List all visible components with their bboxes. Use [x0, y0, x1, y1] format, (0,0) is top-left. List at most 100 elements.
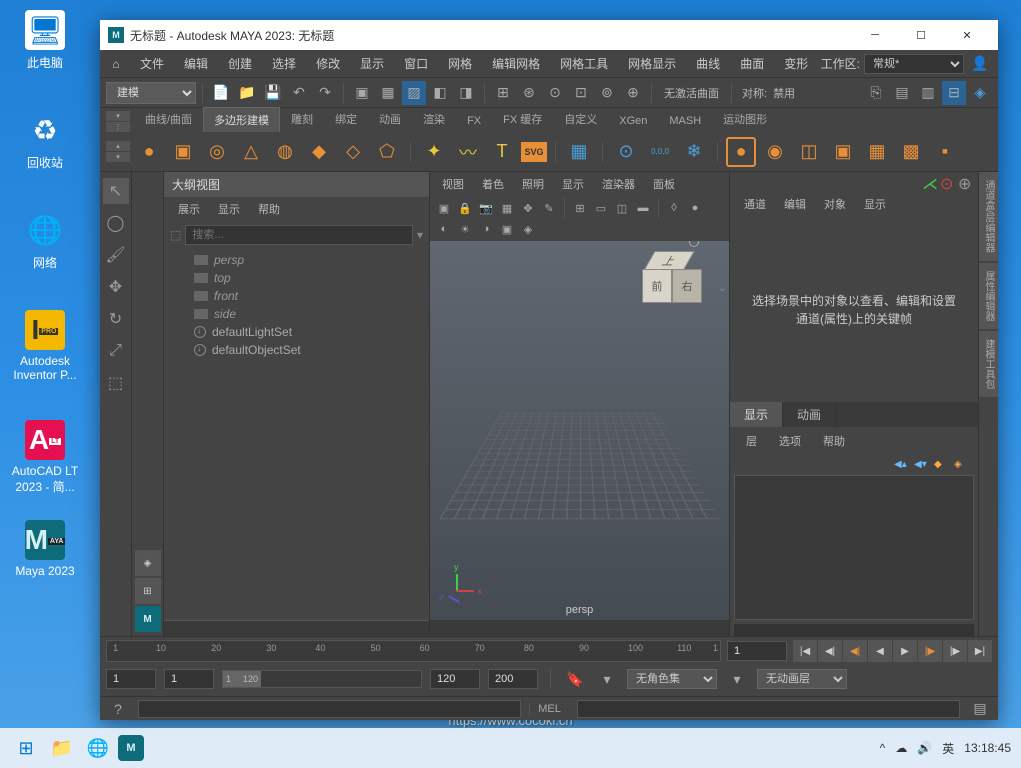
- ime-indicator[interactable]: 英: [942, 740, 954, 757]
- step-forward-key-button[interactable]: |▶: [943, 640, 967, 662]
- taskbar-edge[interactable]: 🌐: [82, 732, 114, 764]
- boolean-icon[interactable]: ◫: [794, 137, 824, 167]
- poly-cone-icon[interactable]: △: [236, 137, 266, 167]
- character-set-selector[interactable]: 无角色集: [627, 669, 717, 689]
- auto-key-button[interactable]: 🔖: [563, 667, 587, 691]
- tree-item-lightset[interactable]: defaultLightSet: [164, 323, 429, 341]
- mirror-icon[interactable]: ▣: [828, 137, 858, 167]
- cb-menu-show[interactable]: 显示: [856, 194, 894, 214]
- last-tool[interactable]: ⬚: [103, 370, 129, 396]
- cb-link-icon[interactable]: ⊙: [940, 174, 954, 188]
- charset-menu[interactable]: ▾: [725, 667, 749, 691]
- help-icon[interactable]: ?: [106, 697, 130, 721]
- search-input[interactable]: [185, 225, 413, 245]
- shelf-tab-polygons[interactable]: 多边形建模: [203, 107, 280, 132]
- undo-button[interactable]: ↶: [287, 81, 311, 105]
- tree-item-objectset[interactable]: defaultObjectSet: [164, 341, 429, 359]
- layer-new-empty-icon[interactable]: ◆: [934, 459, 950, 471]
- svg-icon[interactable]: SVG: [521, 142, 547, 162]
- anim-end-input[interactable]: [488, 669, 538, 689]
- playback-start-input[interactable]: [164, 669, 214, 689]
- menu-edit[interactable]: 编辑: [174, 51, 218, 76]
- maximize-button[interactable]: ☐: [898, 20, 944, 50]
- script-language-label[interactable]: MEL: [529, 703, 569, 715]
- desktop-icon-this-pc[interactable]: 🖥 此电脑: [10, 10, 80, 71]
- sweep-mesh-icon[interactable]: ⊙: [611, 137, 641, 167]
- menu-meshdisplay[interactable]: 网格显示: [618, 51, 686, 76]
- shelf-tab-rendering[interactable]: 渲染: [412, 106, 456, 132]
- shelf-edit-button[interactable]: ⋮: [106, 122, 130, 132]
- vp-2d-pan[interactable]: ✥: [518, 198, 538, 218]
- step-back-key-button[interactable]: ◀|: [818, 640, 842, 662]
- shelf-tab-custom[interactable]: 自定义: [553, 106, 608, 132]
- single-pane-button[interactable]: ⊞: [135, 578, 161, 604]
- content-browser-icon[interactable]: ▦: [564, 137, 594, 167]
- viewport-3d[interactable]: 上 前 右 ⌄ persp: [430, 241, 729, 620]
- dock-tab-channelbox[interactable]: 通道盒/层编辑器: [979, 172, 998, 261]
- desktop-icon-recycle-bin[interactable]: ♻ 回收站: [10, 110, 80, 171]
- filter-icon[interactable]: ⬚: [170, 228, 181, 242]
- smooth-icon[interactable]: ▦: [862, 137, 892, 167]
- script-editor-button[interactable]: ▤: [968, 697, 992, 721]
- shelf-up-button[interactable]: ▴: [106, 141, 130, 151]
- scale-tool[interactable]: ⤢: [103, 338, 129, 364]
- menu-modify[interactable]: 修改: [306, 51, 350, 76]
- rotate-tool[interactable]: ↻: [103, 306, 129, 332]
- workspace-selector[interactable]: 常规*: [864, 54, 964, 74]
- viewcube-front[interactable]: 前: [642, 269, 672, 303]
- menu-surfaces[interactable]: 曲面: [730, 51, 774, 76]
- snap-live-button[interactable]: ⊚: [595, 81, 619, 105]
- shelf-tab-animation[interactable]: 动画: [368, 106, 412, 132]
- poly-cylinder-icon[interactable]: ◎: [202, 137, 232, 167]
- vp-shadows[interactable]: ◑: [476, 219, 496, 239]
- menu-create[interactable]: 创建: [218, 51, 262, 76]
- vp-menu-view[interactable]: 视图: [434, 174, 472, 194]
- vp-textured[interactable]: ◐: [434, 219, 454, 239]
- paint-select-tool[interactable]: 🖌: [103, 242, 129, 268]
- login-icon[interactable]: 👤: [968, 52, 992, 76]
- dock-tab-attribute[interactable]: 属性编辑器: [979, 263, 998, 329]
- tree-item-persp[interactable]: persp: [164, 251, 429, 269]
- move-tool[interactable]: ✥: [103, 274, 129, 300]
- symmetry-label[interactable]: 禁用: [773, 85, 795, 101]
- vp-lights[interactable]: ☀: [455, 219, 475, 239]
- minimize-button[interactable]: ─: [852, 20, 898, 50]
- desktop-icon-maya[interactable]: MAYA Maya 2023: [10, 520, 80, 578]
- menu-deform[interactable]: 变形: [774, 51, 818, 76]
- layer-move-up-icon[interactable]: ◀▴: [894, 459, 910, 471]
- shelf-tab-sculpt[interactable]: 雕刻: [280, 106, 324, 132]
- save-scene-button[interactable]: 💾: [261, 81, 285, 105]
- select-by-name-button[interactable]: ◧: [428, 81, 452, 105]
- new-scene-button[interactable]: 📄: [209, 81, 233, 105]
- tray-volume-icon[interactable]: 🔊: [917, 741, 932, 755]
- snap-plane-button[interactable]: ⊡: [569, 81, 593, 105]
- playback-end-input[interactable]: [430, 669, 480, 689]
- snap-view-button[interactable]: ⊕: [621, 81, 645, 105]
- start-button[interactable]: ⊞: [10, 732, 42, 764]
- search-dropdown-icon[interactable]: ▾: [417, 228, 423, 242]
- vp-wireframe[interactable]: ◊: [664, 198, 684, 218]
- desktop-icon-network[interactable]: 🌐 网络: [10, 210, 80, 271]
- platonic-icon[interactable]: ⬠: [372, 137, 402, 167]
- taskbar-maya[interactable]: M: [118, 735, 144, 761]
- quick-layout-button[interactable]: ◈: [135, 550, 161, 576]
- home-icon[interactable]: ⌂: [106, 54, 126, 74]
- clock[interactable]: 13:18:45: [964, 741, 1011, 755]
- outliner-menu-display[interactable]: 展示: [170, 199, 208, 219]
- vp-smooth-shade[interactable]: ●: [685, 198, 705, 218]
- step-forward-button[interactable]: |▶: [918, 640, 942, 662]
- vp-select-camera[interactable]: ▣: [434, 198, 454, 218]
- maya-classic-button[interactable]: M: [135, 606, 161, 632]
- vp-gate-mask[interactable]: ▬: [633, 198, 653, 218]
- render-settings-button[interactable]: ⊟: [942, 81, 966, 105]
- shelf-tab-mash[interactable]: MASH: [658, 110, 712, 132]
- separate-icon[interactable]: ◉: [760, 137, 790, 167]
- select-mask-button[interactable]: ◨: [454, 81, 478, 105]
- layer-list[interactable]: [734, 475, 974, 621]
- poly-plane-icon[interactable]: ◆: [304, 137, 334, 167]
- menu-windows[interactable]: 窗口: [394, 51, 438, 76]
- snap-together-icon[interactable]: ❄: [679, 137, 709, 167]
- vp-bookmark[interactable]: 📷: [476, 198, 496, 218]
- cb-menu-channels[interactable]: 通道: [736, 194, 774, 214]
- tree-item-side[interactable]: side: [164, 305, 429, 323]
